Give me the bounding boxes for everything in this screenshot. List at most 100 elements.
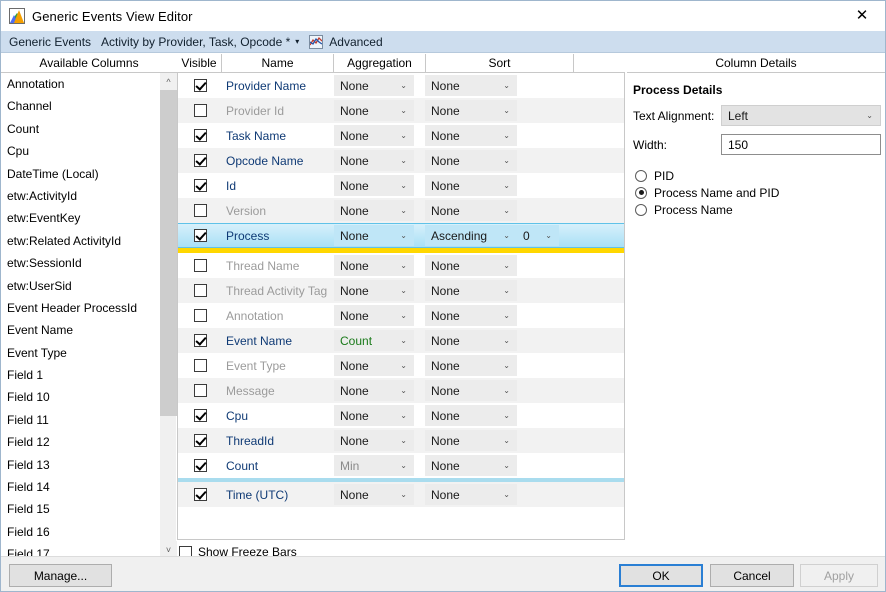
table-row[interactable]: Task NameNone⌄None⌄ [178, 123, 624, 148]
aggregation-select[interactable]: None⌄ [334, 430, 414, 451]
available-column-item[interactable]: DateTime (Local) [2, 163, 176, 185]
visible-checkbox[interactable] [194, 154, 207, 167]
sort-select[interactable]: None⌄ [425, 200, 517, 221]
available-column-item[interactable]: etw:Related ActivityId [2, 230, 176, 252]
table-row[interactable]: CountMin⌄None⌄ [178, 453, 624, 478]
table-row[interactable]: Opcode NameNone⌄None⌄ [178, 148, 624, 173]
available-column-item[interactable]: Event Type [2, 342, 176, 364]
chevron-down-icon[interactable]: ▾ [293, 38, 309, 46]
table-row[interactable]: Event NameCount⌄None⌄ [178, 328, 624, 353]
sort-select[interactable]: None⌄ [425, 75, 517, 96]
available-column-item[interactable]: Event Header ProcessId [2, 297, 176, 319]
aggregation-select[interactable]: None⌄ [334, 484, 414, 505]
sort-select[interactable]: None⌄ [425, 150, 517, 171]
aggregation-select[interactable]: None⌄ [334, 380, 414, 401]
aggregation-select[interactable]: Count⌄ [334, 330, 414, 351]
visible-checkbox[interactable] [194, 488, 207, 501]
scroll-up-icon[interactable]: ^ [160, 73, 177, 90]
scrollbar-thumb[interactable] [160, 90, 177, 416]
available-column-item[interactable]: Count [2, 118, 176, 140]
table-row[interactable]: Time (UTC)None⌄None⌄ [178, 482, 624, 507]
available-column-item[interactable]: etw:UserSid [2, 275, 176, 297]
available-column-item[interactable]: Field 1 [2, 364, 176, 386]
advanced-button[interactable]: Advanced [329, 35, 382, 49]
table-row[interactable]: Event TypeNone⌄None⌄ [178, 353, 624, 378]
sort-select[interactable]: None⌄ [425, 405, 517, 426]
sort-select[interactable]: None⌄ [425, 330, 517, 351]
table-row[interactable]: Thread Activity TagNone⌄None⌄ [178, 278, 624, 303]
available-column-item[interactable]: Field 14 [2, 476, 176, 498]
aggregation-select[interactable]: None⌄ [334, 175, 414, 196]
visible-checkbox[interactable] [194, 284, 207, 297]
columns-grid[interactable]: Provider NameNone⌄None⌄Provider IdNone⌄N… [177, 73, 625, 540]
sort-select[interactable]: None⌄ [425, 255, 517, 276]
ok-button[interactable]: OK [619, 564, 703, 587]
sort-select[interactable]: None⌄ [425, 100, 517, 121]
visible-checkbox[interactable] [194, 79, 207, 92]
table-row[interactable]: ThreadIdNone⌄None⌄ [178, 428, 624, 453]
aggregation-select[interactable]: None⌄ [334, 200, 414, 221]
sort-select[interactable]: None⌄ [425, 175, 517, 196]
visible-checkbox[interactable] [194, 459, 207, 472]
sort-order-select[interactable]: 0⌄ [517, 225, 559, 246]
aggregation-select[interactable]: None⌄ [334, 125, 414, 146]
visible-checkbox[interactable] [194, 129, 207, 142]
table-row[interactable]: IdNone⌄None⌄ [178, 173, 624, 198]
aggregation-select[interactable]: None⌄ [334, 355, 414, 376]
radio-button[interactable] [635, 170, 647, 182]
available-column-item[interactable]: Channel [2, 95, 176, 117]
visible-checkbox[interactable] [194, 359, 207, 372]
table-row[interactable]: CpuNone⌄None⌄ [178, 403, 624, 428]
process-format-radio-group[interactable]: PIDProcess Name and PIDProcess Name [627, 167, 885, 218]
aggregation-select[interactable]: None⌄ [334, 305, 414, 326]
available-column-item[interactable]: etw:EventKey [2, 207, 176, 229]
available-column-item[interactable]: etw:ActivityId [2, 185, 176, 207]
table-row[interactable]: Thread NameNone⌄None⌄ [178, 253, 624, 278]
text-alignment-select[interactable]: Left ⌄ [721, 105, 881, 126]
visible-checkbox[interactable] [194, 384, 207, 397]
available-columns-list[interactable]: AnnotationChannelCountCpuDateTime (Local… [2, 73, 176, 558]
table-row[interactable]: Provider IdNone⌄None⌄ [178, 98, 624, 123]
available-column-item[interactable]: Field 16 [2, 521, 176, 543]
available-column-item[interactable]: Event Name [2, 319, 176, 341]
radio-button[interactable] [635, 204, 647, 216]
radio-option[interactable]: Process Name and PID [635, 184, 885, 201]
sort-select[interactable]: Ascending⌄ [425, 225, 517, 246]
sort-select[interactable]: None⌄ [425, 280, 517, 301]
sort-select[interactable]: None⌄ [425, 380, 517, 401]
available-columns-scrollbar[interactable]: ^ ˅ [159, 73, 176, 558]
available-column-item[interactable]: Field 13 [2, 454, 176, 476]
aggregation-select[interactable]: None⌄ [334, 405, 414, 426]
visible-checkbox[interactable] [194, 259, 207, 272]
table-row[interactable]: AnnotationNone⌄None⌄ [178, 303, 624, 328]
table-row[interactable]: ProcessNone⌄Ascending⌄0⌄ [178, 223, 624, 248]
visible-checkbox[interactable] [194, 434, 207, 447]
sort-select[interactable]: None⌄ [425, 355, 517, 376]
table-row[interactable]: MessageNone⌄None⌄ [178, 378, 624, 403]
aggregation-select[interactable]: None⌄ [334, 225, 414, 246]
available-column-item[interactable]: Field 11 [2, 409, 176, 431]
visible-checkbox[interactable] [194, 229, 207, 242]
visible-checkbox[interactable] [194, 309, 207, 322]
aggregation-select[interactable]: None⌄ [334, 75, 414, 96]
manage-button[interactable]: Manage... [9, 564, 112, 587]
available-column-item[interactable]: Cpu [2, 140, 176, 162]
aggregation-select[interactable]: None⌄ [334, 255, 414, 276]
sort-select[interactable]: None⌄ [425, 125, 517, 146]
visible-checkbox[interactable] [194, 409, 207, 422]
table-row[interactable]: VersionNone⌄None⌄ [178, 198, 624, 223]
available-column-item[interactable]: etw:SessionId [2, 252, 176, 274]
aggregation-select[interactable]: Min⌄ [334, 455, 414, 476]
sort-select[interactable]: None⌄ [425, 484, 517, 505]
close-icon[interactable]: ✕ [839, 1, 885, 30]
radio-option[interactable]: Process Name [635, 201, 885, 218]
aggregation-select[interactable]: None⌄ [334, 100, 414, 121]
aggregation-select[interactable]: None⌄ [334, 280, 414, 301]
width-input[interactable]: 150 [721, 134, 881, 155]
aggregation-select[interactable]: None⌄ [334, 150, 414, 171]
visible-checkbox[interactable] [194, 204, 207, 217]
available-column-item[interactable]: Field 10 [2, 386, 176, 408]
cancel-button[interactable]: Cancel [710, 564, 794, 587]
sort-select[interactable]: None⌄ [425, 430, 517, 451]
available-column-item[interactable]: Field 12 [2, 431, 176, 453]
